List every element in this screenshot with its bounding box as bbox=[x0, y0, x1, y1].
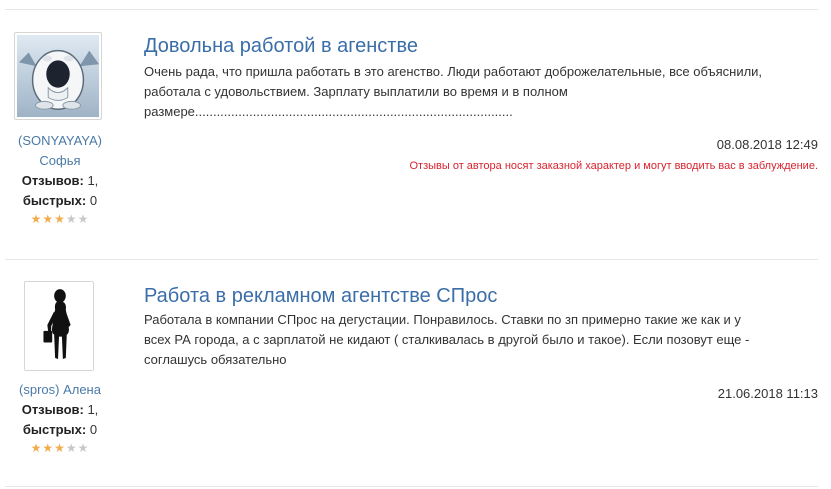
author-quick-count: быстрых: 0 bbox=[22, 422, 98, 437]
author-rating-stars: ★★★★★ bbox=[0, 440, 120, 456]
review-text: Работала в компании СПрос на дегустации.… bbox=[144, 310, 804, 370]
star-empty-icon: ★ bbox=[77, 212, 90, 226]
review-date: 08.08.2018 12:49 bbox=[716, 137, 818, 152]
author-avatar[interactable] bbox=[14, 32, 102, 120]
star-filled-icon: ★ bbox=[30, 441, 43, 455]
star-filled-icon: ★ bbox=[42, 441, 55, 455]
review-text-line: размере.................................… bbox=[144, 104, 513, 119]
star-filled-icon: ★ bbox=[54, 441, 66, 455]
review-title[interactable]: Работа в рекламном агентстве СПрос bbox=[144, 284, 497, 308]
author-info: (SONYAYAYA) Софья Отзывов: 1, быстрых: 0… bbox=[0, 131, 120, 227]
review-text-line: Работала в компании СПрос на дегустации.… bbox=[144, 312, 741, 327]
review-text-line: Очень рада, что пришла работать в это аг… bbox=[144, 64, 763, 79]
yeti-avatar-icon bbox=[16, 34, 100, 118]
author-login-link[interactable]: (SONYAYAYA) bbox=[0, 131, 120, 151]
review-title[interactable]: Довольна работой в агенстве bbox=[144, 34, 418, 58]
author-rating-stars: ★★★★★ bbox=[0, 211, 120, 227]
review-warning: Отзывы от автора носят заказной характер… bbox=[409, 160, 818, 172]
star-filled-icon: ★ bbox=[54, 212, 66, 226]
author-name-link[interactable]: Софья bbox=[0, 151, 120, 171]
review-text-line: соглашусь обязательно bbox=[144, 352, 287, 367]
star-empty-icon: ★ bbox=[77, 441, 90, 455]
star-filled-icon: ★ bbox=[42, 212, 55, 226]
divider-middle bbox=[5, 259, 818, 260]
star-filled-icon: ★ bbox=[30, 212, 43, 226]
review-text-line: работала с удовольствием. Зарплату выпла… bbox=[144, 84, 568, 99]
author-reviews-count: Отзывов: 1, bbox=[21, 173, 99, 188]
author-name-link[interactable]: (spros) Алена bbox=[0, 380, 120, 400]
star-empty-icon: ★ bbox=[65, 441, 78, 455]
author-avatar[interactable] bbox=[24, 281, 94, 371]
author-quick-count: быстрых: 0 bbox=[22, 193, 98, 208]
star-empty-icon: ★ bbox=[65, 212, 78, 226]
author-info: (spros) Алена Отзывов: 1, быстрых: 0 ★★★… bbox=[0, 380, 120, 456]
review-text: Очень рада, что пришла работать в это аг… bbox=[144, 62, 804, 122]
author-reviews-count: Отзывов: 1, bbox=[21, 402, 99, 417]
divider-top bbox=[5, 9, 818, 10]
review-text-line: всех РА города, а с зарплатой не кидают … bbox=[144, 332, 750, 347]
woman-silhouette-avatar-icon bbox=[25, 282, 93, 370]
divider-bottom bbox=[5, 486, 818, 487]
review-date: 21.06.2018 11:13 bbox=[717, 386, 818, 401]
